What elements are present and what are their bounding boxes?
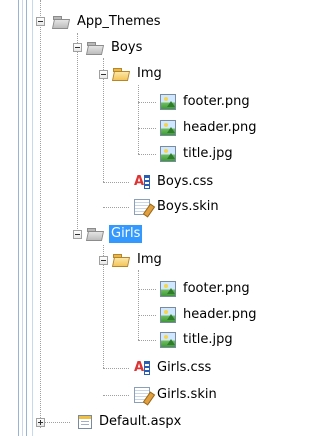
tree-item-file[interactable]: header.png: [160, 304, 258, 326]
tree-item-label: Boys.skin: [157, 199, 219, 214]
solution-explorer-tree: App_Themes Boys Img footer.png header.pn…: [0, 0, 290, 436]
tree-item-label: Img: [137, 252, 162, 267]
collapse-girls-toggle[interactable]: [73, 230, 82, 239]
tree-connector: [138, 128, 156, 129]
tree-item-label: title.jpg: [183, 332, 233, 347]
image-file-icon: [160, 307, 176, 323]
tree-item-file[interactable]: Boys.css: [134, 171, 215, 193]
tree-connector: [103, 182, 129, 183]
tree-connector: [40, 0, 41, 428]
tree-connector: [138, 85, 139, 154]
skin-file-icon: [134, 199, 150, 215]
tree-connector: [138, 315, 156, 316]
collapse-app-themes-toggle[interactable]: [36, 17, 45, 26]
tree-item-default-aspx[interactable]: Default.aspx: [78, 411, 183, 433]
tree-item-file[interactable]: header.png: [160, 117, 258, 139]
tree-item-boys-img[interactable]: Img: [112, 63, 164, 85]
tree-item-label: Boys.css: [157, 174, 214, 189]
collapse-boys-toggle[interactable]: [73, 43, 82, 52]
css-file-icon: [134, 174, 150, 190]
tree-item-label: App_Themes: [77, 14, 161, 29]
tree-item-file[interactable]: Boys.skin: [134, 196, 221, 218]
tree-item-file[interactable]: title.jpg: [160, 143, 235, 165]
collapse-girls-img-toggle[interactable]: [99, 256, 108, 265]
tree-item-label: footer.png: [183, 94, 250, 109]
folder-icon: [86, 40, 104, 56]
tree-item-label: Girls.skin: [157, 387, 217, 402]
tree-item-file[interactable]: title.jpg: [160, 329, 235, 351]
tree-connector: [138, 340, 156, 341]
folder-icon: [52, 14, 70, 30]
image-file-icon: [160, 120, 176, 136]
tree-item-label: title.jpg: [183, 146, 233, 161]
tree-item-label: footer.png: [183, 281, 250, 296]
image-file-icon: [160, 281, 176, 297]
image-file-icon: [160, 146, 176, 162]
tree-item-file[interactable]: footer.png: [160, 91, 252, 113]
tree-item-label: header.png: [183, 120, 257, 135]
tree-item-file[interactable]: footer.png: [160, 278, 252, 300]
tree-item-girls[interactable]: Girls: [86, 223, 143, 245]
tree-item-file[interactable]: Girls.skin: [134, 384, 219, 406]
tree-connector: [103, 207, 129, 208]
open-folder-icon: [112, 252, 130, 268]
tree-connector: [138, 154, 156, 155]
css-file-icon: [134, 360, 150, 376]
image-file-icon: [160, 94, 176, 110]
tree-item-boys[interactable]: Boys: [86, 37, 144, 59]
tree-connector: [103, 368, 129, 369]
tree-connector: [138, 102, 156, 103]
tree-connector: [103, 395, 129, 396]
skin-file-icon: [134, 387, 150, 403]
tree-item-app-themes[interactable]: App_Themes: [52, 11, 163, 33]
open-folder-icon: [112, 66, 130, 82]
image-file-icon: [160, 332, 176, 348]
tree-item-label: header.png: [183, 307, 257, 322]
tree-item-girls-img[interactable]: Img: [112, 249, 164, 271]
tree-item-label: Girls: [109, 225, 143, 243]
tree-connector: [77, 33, 78, 239]
folder-icon: [86, 226, 104, 242]
tree-item-label: Boys: [111, 40, 143, 55]
tree-item-label: Default.aspx: [99, 414, 182, 429]
tree-item-label: Img: [137, 66, 162, 81]
tree-item-file[interactable]: Girls.css: [134, 357, 213, 379]
expand-default-aspx-toggle[interactable]: [36, 418, 45, 427]
tree-item-label: Girls.css: [157, 360, 212, 375]
tree-connector: [138, 270, 139, 340]
tree-connector: [138, 289, 156, 290]
aspx-file-icon: [78, 415, 92, 429]
collapse-boys-img-toggle[interactable]: [99, 70, 108, 79]
